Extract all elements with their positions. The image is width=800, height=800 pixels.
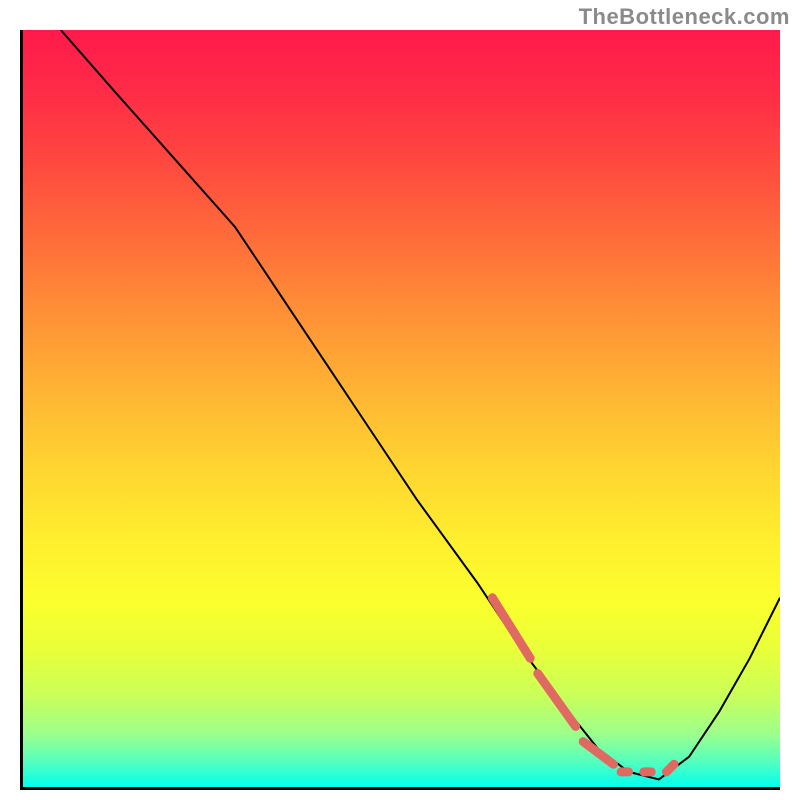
- highlight-dash: [492, 598, 530, 659]
- chart-container: TheBottleneck.com: [0, 0, 800, 800]
- plot-area: [20, 30, 780, 790]
- watermark-text: TheBottleneck.com: [579, 4, 790, 30]
- chart-overlay-svg: [23, 30, 780, 787]
- highlight-dash: [583, 742, 613, 765]
- highlight-dashes-group: [492, 598, 674, 772]
- bottleneck-curve-path: [61, 30, 780, 779]
- highlight-dash: [538, 673, 576, 726]
- highlight-dash: [666, 764, 674, 772]
